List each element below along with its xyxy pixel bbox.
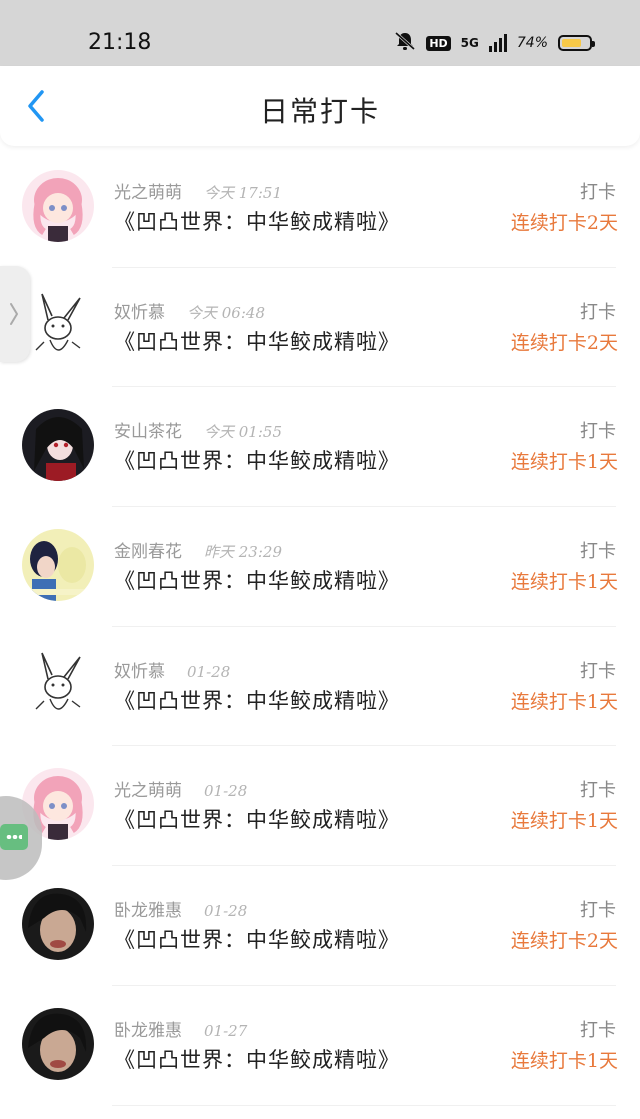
user-name[interactable]: 安山茶花	[114, 422, 182, 442]
entry-meta: 光之萌萌 01-28	[114, 776, 247, 801]
entry-meta: 奴忻慕 01-28	[114, 657, 230, 682]
signal-icon	[488, 34, 507, 52]
avatar[interactable]	[22, 529, 94, 602]
book-title[interactable]: 《凹凸世界：中华鲛成精啦》	[114, 1044, 400, 1074]
user-name[interactable]: 奴忻慕	[114, 303, 165, 323]
streak-label: 连续打卡2天	[510, 212, 618, 234]
checkin-label: 打卡	[580, 780, 616, 802]
checkin-label: 打卡	[580, 900, 616, 922]
battery-percent: 74%	[516, 35, 548, 51]
entry-time: 今天 17:51	[204, 184, 282, 202]
list-item[interactable]: 金刚春花 昨天 23:29 《凹凸世界：中华鲛成精啦》 打卡 连续打卡1天	[0, 507, 640, 627]
checkin-label: 打卡	[580, 1019, 616, 1041]
status-icons: HD 5G 74%	[394, 31, 595, 55]
checkin-label: 打卡	[580, 541, 616, 563]
streak-label: 连续打卡1天	[510, 571, 618, 594]
mute-bell-icon	[394, 31, 416, 55]
book-title[interactable]: 《凹凸世界：中华鲛成精啦》	[114, 565, 400, 595]
book-title[interactable]: 《凹凸世界：中华鲛成精啦》	[114, 685, 400, 715]
avatar[interactable]	[22, 888, 94, 961]
list-item[interactable]: 奴忻慕 01-28 《凹凸世界：中华鲛成精啦》 打卡 连续打卡1天	[0, 627, 640, 747]
side-drawer-tab[interactable]	[0, 266, 30, 362]
user-name[interactable]: 卧龙雅惠	[114, 1021, 182, 1041]
avatar[interactable]	[22, 1007, 94, 1080]
entry-meta: 卧龙雅惠 01-28	[114, 896, 247, 921]
streak-label: 连续打卡1天	[510, 1049, 618, 1072]
streak-label: 连续打卡2天	[510, 331, 618, 354]
list-item[interactable]: 光之萌萌 01-28 《凹凸世界：中华鲛成精啦》 打卡 连续打卡1天	[0, 746, 640, 867]
checkin-label: 打卡	[580, 421, 616, 443]
avatar[interactable]	[22, 170, 94, 242]
status-bar: 21:18 HD 5G 74%	[0, 0, 640, 66]
streak-label: 连续打卡1天	[510, 451, 618, 474]
book-title[interactable]: 《凹凸世界：中华鲛成精啦》	[114, 326, 400, 356]
entry-time: 今天 06:48	[187, 303, 265, 322]
hd-icon: HD	[426, 35, 451, 51]
avatar[interactable]	[22, 648, 94, 721]
list-item[interactable]: 光之萌萌 今天 17:51 《凹凸世界：中华鲛成精啦》 打卡 连续打卡2天	[0, 148, 640, 268]
entry-time: 01-28	[204, 902, 248, 921]
list-item[interactable]: 卧龙雅惠 01-28 《凹凸世界：中华鲛成精啦》 打卡 连续打卡2天	[0, 866, 640, 986]
user-name[interactable]: 光之萌萌	[114, 781, 182, 801]
streak-label: 连续打卡1天	[510, 690, 618, 713]
battery-fill	[562, 39, 582, 47]
entry-time: 01-28	[204, 782, 248, 801]
list-item[interactable]: 卧龙雅惠 01-27 《凹凸世界：中华鲛成精啦》 打卡 连续打卡1天	[0, 986, 640, 1106]
entry-time: 01-27	[204, 1021, 248, 1040]
divider	[112, 1104, 616, 1106]
checkin-label: 打卡	[580, 182, 616, 203]
chevron-right-icon	[10, 303, 18, 325]
chat-bubble-icon	[0, 824, 28, 850]
battery-icon	[558, 35, 595, 51]
avatar[interactable]	[22, 409, 94, 482]
checkin-list: 光之萌萌 今天 17:51 《凹凸世界：中华鲛成精啦》 打卡 连续打卡2天 奴忻慕…	[0, 148, 640, 1106]
user-name[interactable]: 卧龙雅惠	[114, 901, 182, 921]
user-name[interactable]: 奴忻慕	[114, 662, 165, 682]
streak-label: 连续打卡1天	[510, 810, 618, 833]
book-title[interactable]: 《凹凸世界：中华鲛成精啦》	[114, 924, 400, 954]
status-time: 21:18	[88, 30, 152, 55]
entry-meta: 奴忻慕 今天 06:48	[114, 298, 265, 323]
checkin-label: 打卡	[580, 660, 616, 682]
entry-meta: 金刚春花 昨天 23:29	[114, 537, 282, 562]
entry-time: 昨天 23:29	[204, 543, 282, 562]
user-name[interactable]: 光之萌萌	[114, 183, 182, 203]
nav-header: 日常打卡	[0, 66, 640, 146]
network-label: 5G	[460, 36, 479, 50]
book-title[interactable]: 《凹凸世界：中华鲛成精啦》	[114, 206, 400, 236]
streak-label: 连续打卡2天	[510, 930, 618, 953]
entry-meta: 光之萌萌 今天 17:51	[114, 178, 282, 203]
book-title[interactable]: 《凹凸世界：中华鲛成精啦》	[114, 445, 400, 475]
entry-time: 01-28	[187, 662, 231, 681]
user-name[interactable]: 金刚春花	[114, 542, 182, 562]
entry-meta: 安山茶花 今天 01:55	[114, 417, 282, 442]
list-item[interactable]: 奴忻慕 今天 06:48 《凹凸世界：中华鲛成精啦》 打卡 连续打卡2天	[0, 268, 640, 388]
book-title[interactable]: 《凹凸世界：中华鲛成精啦》	[114, 804, 400, 834]
page-title: 日常打卡	[259, 95, 380, 128]
avatar[interactable]	[22, 289, 94, 362]
entry-meta: 卧龙雅惠 01-27	[114, 1016, 247, 1041]
list-item[interactable]: 安山茶花 今天 01:55 《凹凸世界：中华鲛成精啦》 打卡 连续打卡1天	[0, 387, 640, 508]
entry-time: 今天 01:55	[204, 423, 282, 442]
checkin-label: 打卡	[580, 301, 616, 323]
